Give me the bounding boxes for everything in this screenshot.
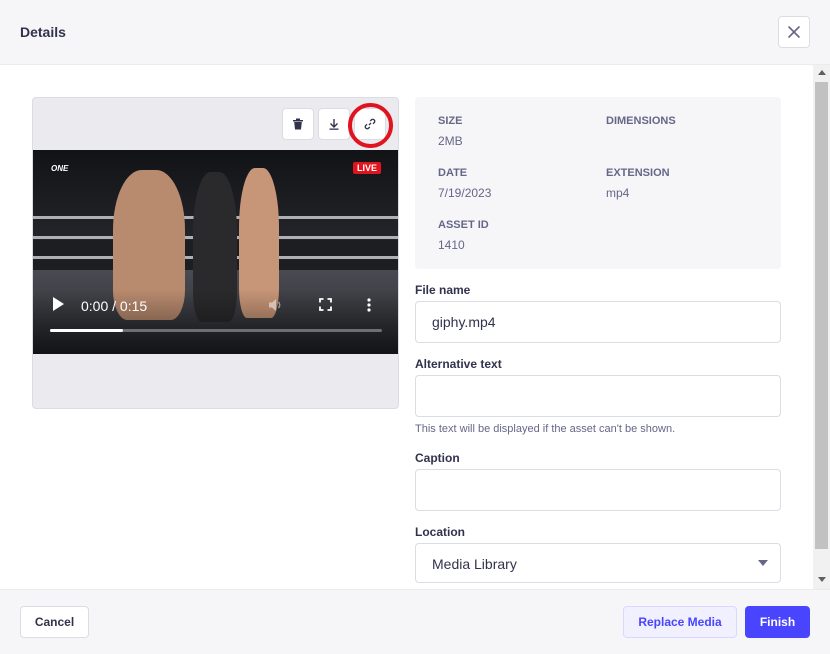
alt-text-label: Alternative text xyxy=(415,357,502,371)
scroll-down-arrow-icon[interactable] xyxy=(818,577,826,582)
volume-icon xyxy=(269,299,281,311)
close-icon xyxy=(788,26,800,38)
fullscreen-icon xyxy=(319,298,332,311)
caption-label: Caption xyxy=(415,451,460,465)
copy-link-button[interactable] xyxy=(354,108,386,140)
scroll-thumb[interactable] xyxy=(815,82,828,549)
size-value: 2MB xyxy=(438,134,463,148)
more-vertical-icon xyxy=(367,298,371,312)
asset-id-value: 1410 xyxy=(438,238,465,252)
video-player[interactable]: ONE LIVE 0:00 / 0:15 xyxy=(33,150,398,354)
download-icon xyxy=(329,119,339,130)
file-name-input[interactable] xyxy=(415,301,781,343)
asset-id-label: Asset ID xyxy=(438,219,489,231)
alt-text-hint: This text will be displayed if the asset… xyxy=(415,423,676,435)
modal-footer: Cancel Replace Media Finish xyxy=(0,589,830,654)
delete-button[interactable] xyxy=(282,108,314,140)
volume-button[interactable] xyxy=(268,298,284,317)
download-button[interactable] xyxy=(318,108,350,140)
broadcast-logo: ONE xyxy=(51,164,69,173)
caption-input[interactable] xyxy=(415,469,781,511)
location-select-value: Media Library xyxy=(432,556,517,572)
play-button[interactable] xyxy=(51,296,65,317)
scroll-up-arrow-icon[interactable] xyxy=(818,70,826,75)
extension-label: Extension xyxy=(606,167,670,179)
extension-value: mp4 xyxy=(606,186,630,200)
date-value: 7/19/2023 xyxy=(438,186,492,200)
delete-icon xyxy=(293,118,303,130)
location-label: Location xyxy=(415,525,465,539)
link-icon xyxy=(364,118,376,130)
fullscreen-button[interactable] xyxy=(319,298,332,316)
date-label: Date xyxy=(438,167,468,179)
modal-title: Details xyxy=(20,24,66,40)
vertical-scrollbar[interactable] xyxy=(813,65,830,589)
video-time: 0:00 / 0:15 xyxy=(81,298,148,314)
live-badge: LIVE xyxy=(353,162,382,174)
cancel-button[interactable]: Cancel xyxy=(20,606,89,638)
alt-text-input[interactable] xyxy=(415,375,781,417)
video-more-button[interactable] xyxy=(367,298,371,317)
asset-preview-panel: ONE LIVE 0:00 / 0:15 xyxy=(32,97,399,409)
size-label: Size xyxy=(438,115,463,127)
asset-metadata: Size 2MB Dimensions Date 7/19/2023 Exten… xyxy=(415,97,781,269)
video-progress-bar[interactable] xyxy=(50,329,382,332)
finish-button[interactable]: Finish xyxy=(745,606,810,638)
play-icon xyxy=(53,297,64,311)
video-progress-fill xyxy=(50,329,124,332)
dimensions-label: Dimensions xyxy=(606,115,676,127)
modal-body: ONE LIVE 0:00 / 0:15 SIZE 2MB DIMENSIONS… xyxy=(0,65,830,589)
caret-down-icon xyxy=(758,560,768,566)
replace-media-button[interactable]: Replace Media xyxy=(623,606,737,638)
close-button[interactable] xyxy=(778,16,810,48)
modal-header: Details xyxy=(0,0,830,65)
file-name-label: File name xyxy=(415,283,471,297)
location-select[interactable]: Media Library xyxy=(415,543,781,583)
